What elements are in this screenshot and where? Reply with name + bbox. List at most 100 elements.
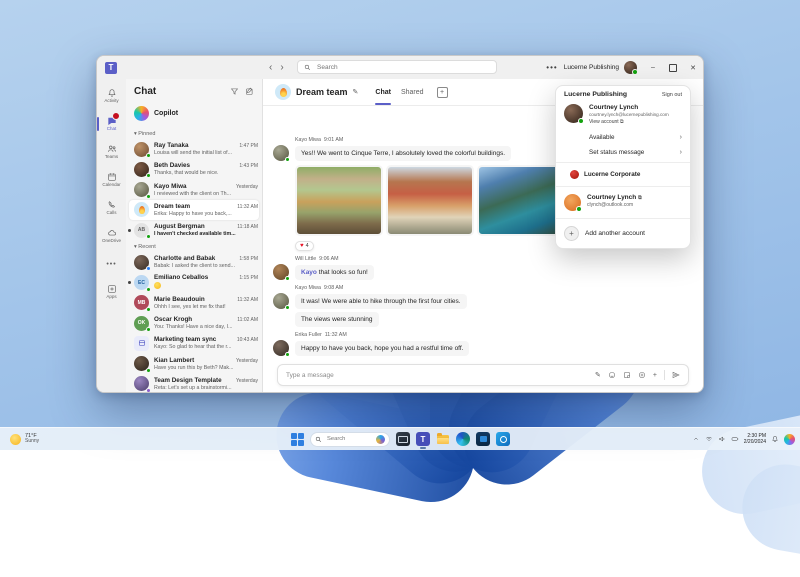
app-search-input[interactable] <box>315 63 490 72</box>
taskbar-search-box[interactable] <box>310 432 390 447</box>
tab-chat[interactable]: Chat <box>375 79 391 105</box>
presence-menu-item[interactable]: Available› <box>556 130 690 145</box>
chat-list-item-marketing-team-sync[interactable]: Marketing team sync10:43 AM Kayo: So gla… <box>126 333 262 353</box>
hidden-icons-chevron[interactable] <box>692 435 700 443</box>
rail-item-more[interactable]: ••• <box>97 250 126 278</box>
mention[interactable]: Kayo <box>301 269 317 276</box>
rail-item-onedrive[interactable]: OneDrive <box>97 222 126 250</box>
sticker-icon[interactable] <box>623 371 631 379</box>
settings-more-icon[interactable]: ••• <box>540 63 563 72</box>
divider <box>556 186 690 187</box>
message-sender: Will Little <box>295 256 316 262</box>
wifi-icon[interactable] <box>705 435 713 443</box>
chat-list-item-ray-tanaka[interactable]: Ray Tanaka1:47 PM Louisa will send the i… <box>126 139 262 159</box>
reaction-chip[interactable]: ♥ 4 <box>295 241 314 251</box>
search-icon <box>304 64 311 71</box>
account-menu-org: Lucerne Publishing <box>564 91 662 98</box>
rail-item-teams[interactable]: Teams <box>97 138 126 166</box>
chat-list-item-dream-team[interactable]: Dream team11:32 AM Erika: Happy to have … <box>129 200 259 220</box>
photo-cinque-terre-2[interactable] <box>386 165 474 236</box>
rail-item-apps[interactable]: Apps <box>97 278 126 306</box>
message-time: 11:32 AM <box>325 332 347 338</box>
edge-icon[interactable] <box>456 432 470 446</box>
section-recent[interactable]: ▾ Recent <box>126 240 262 252</box>
rename-chat-icon[interactable]: ✎ <box>353 88 359 96</box>
org-badge-item[interactable]: Lucerne Corporate <box>556 165 690 184</box>
avatar <box>134 356 149 371</box>
status-message-menu-item[interactable]: Set status message› <box>556 145 690 160</box>
notification-bell-icon[interactable] <box>771 435 779 443</box>
weather-widget[interactable]: 71°F Sunny <box>10 433 39 445</box>
sign-out-link[interactable]: Sign out <box>662 92 682 98</box>
taskbar-teams-icon[interactable]: T <box>416 432 430 446</box>
volume-icon[interactable] <box>718 435 726 443</box>
section-pinned[interactable]: ▾ Pinned <box>126 127 262 139</box>
rail-item-activity[interactable]: Activity <box>97 82 126 110</box>
store-icon[interactable] <box>476 432 490 446</box>
file-explorer-icon[interactable] <box>436 432 450 446</box>
add-tab-icon[interactable]: + <box>437 87 448 98</box>
copilot-taskbar-icon[interactable] <box>784 434 795 445</box>
chat-list-item-kian-lambert[interactable]: Kian LambertYesterday Have you run this … <box>126 354 262 374</box>
battery-icon[interactable] <box>731 435 739 443</box>
forward-icon[interactable]: › <box>280 63 283 73</box>
copilot-entry[interactable]: Copilot <box>126 102 262 127</box>
compose-placeholder[interactable]: Type a message <box>286 372 595 379</box>
flame-icon <box>139 206 145 214</box>
presence-available-dot <box>285 276 290 281</box>
account-menu: Lucerne Publishing Sign out Courtney Lyn… <box>555 85 691 249</box>
account-name: Courtney Lynch <box>589 104 669 111</box>
emoji-icon[interactable] <box>608 371 616 379</box>
presence-available-dot <box>146 307 151 312</box>
compose-box[interactable]: Type a message ✎ + <box>277 364 689 386</box>
chat-list-item-marie-beaudouin[interactable]: MB Marie Beaudouin11:32 AM Ohhh I see, y… <box>126 293 262 313</box>
chat-list-item-team-design-template[interactable]: Team Design TemplateYesterday Reta: Let'… <box>126 374 262 393</box>
chat-list-item-emiliano-ceballos[interactable]: EC Emiliano Ceballos1:15 PM <box>126 273 262 293</box>
presence-available-dot <box>632 69 638 75</box>
new-chat-icon[interactable] <box>245 87 254 96</box>
task-view-button[interactable] <box>396 432 410 446</box>
start-button[interactable] <box>291 433 304 446</box>
tab-shared[interactable]: Shared <box>401 79 424 105</box>
filter-icon[interactable] <box>230 87 239 96</box>
close-button[interactable]: ✕ <box>683 56 703 79</box>
presence-available-dot <box>576 206 582 212</box>
attach-plus-icon[interactable]: + <box>653 372 657 379</box>
chat-list-item-kayo-miwa[interactable]: Kayo MiwaYesterday I reviewed with the c… <box>126 180 262 200</box>
presence-available-dot <box>578 118 584 124</box>
loop-icon[interactable] <box>638 371 646 379</box>
send-icon[interactable] <box>672 371 680 379</box>
weather-condition: Sunny <box>25 439 39 445</box>
minimize-button[interactable]: – <box>643 56 663 79</box>
search-highlights-icon <box>376 435 385 444</box>
primary-account[interactable]: Courtney Lynch courtney.lynch@lucernepub… <box>556 100 690 130</box>
account-avatar[interactable] <box>624 61 637 74</box>
app-search-box[interactable] <box>297 60 497 74</box>
avatar <box>273 340 289 356</box>
back-icon[interactable]: ‹ <box>269 63 272 73</box>
taskbar-clock[interactable]: 2:30 PM 2/20/2024 <box>744 433 766 445</box>
add-account-item[interactable]: + Add another account <box>556 221 690 248</box>
secondary-account[interactable]: Courtney Lynch ⧉ clynch@outlook.com <box>556 189 690 216</box>
taskbar-search-input[interactable] <box>325 435 373 443</box>
rail-item-calendar[interactable]: Calendar <box>97 166 126 194</box>
photo-cinque-terre-1[interactable] <box>295 165 383 236</box>
photo-cinque-terre-3[interactable] <box>477 165 565 236</box>
chat-list-item-charlotte-and-babak[interactable]: Charlotte and Babak1:58 PM Babak: I aske… <box>126 252 262 272</box>
avatar <box>134 142 149 157</box>
presence-available-dot <box>285 305 290 310</box>
chat-list-item-august-bergman[interactable]: AB August Bergman11:18 AM I haven't chec… <box>126 220 262 240</box>
chat-list-title: Chat <box>134 86 224 97</box>
external-link-icon: ⧉ <box>638 195 642 201</box>
outlook-icon[interactable] <box>496 432 510 446</box>
chat-list-item-beth-davies[interactable]: Beth Davies1:43 PM Thanks, that would be… <box>126 159 262 179</box>
bell-icon <box>107 88 117 98</box>
message-time: 9:08 AM <box>324 285 343 291</box>
rail-item-chat[interactable]: Chat <box>97 110 126 138</box>
maximize-button[interactable] <box>663 56 683 79</box>
divider <box>664 370 665 380</box>
chat-list-item-oscar-krogh[interactable]: OK Oscar Krogh11:02 AM You: Thanks! Have… <box>126 313 262 333</box>
format-icon[interactable]: ✎ <box>595 371 601 379</box>
rail-item-calls[interactable]: Calls <box>97 194 126 222</box>
photo-attachments <box>295 165 565 236</box>
